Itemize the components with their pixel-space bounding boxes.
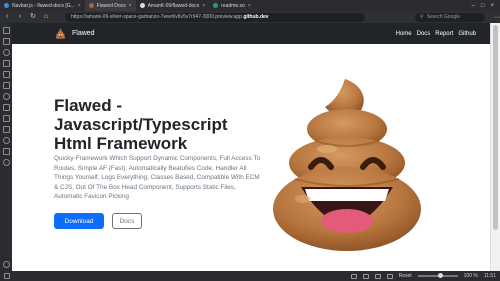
address-bar: ‹ › ↻ ⌂ https://amank-09-silver-space-ga… [0, 11, 500, 23]
tab-label: AmanK-09/flawed-docs [147, 2, 200, 9]
poop-favicon-icon [88, 3, 94, 8]
hero-title: Flawed - Javascript/Typescript Html Fram… [54, 96, 228, 153]
docs-button[interactable]: Docs [112, 213, 142, 229]
add-panel-icon[interactable] [2, 159, 10, 166]
close-icon[interactable]: × [129, 3, 132, 9]
nav-links: Home Docs Report Github [396, 31, 476, 37]
tab-github[interactable]: AmanK-09/flawed-docs × [136, 0, 210, 11]
zoom-slider-handle[interactable] [437, 273, 443, 278]
url-domain: github.dev [243, 14, 269, 20]
reload-icon[interactable]: ↻ [29, 11, 37, 23]
nav-link-report[interactable]: Report [435, 31, 453, 37]
poop-emoji-icon [55, 28, 66, 39]
close-icon[interactable]: × [202, 3, 205, 9]
history-icon[interactable] [2, 49, 10, 56]
download-button[interactable]: Download [54, 213, 104, 229]
zoom-level: 100 % [463, 273, 478, 279]
tasks-icon[interactable] [2, 137, 10, 144]
web-page: Flawed Home Docs Report Github Flawed - … [12, 23, 490, 271]
tab-vscode[interactable]: Navbar.js - flawed-docs [G... × [0, 0, 85, 11]
search-icon: ⚲ [420, 14, 424, 20]
page-scrollbar[interactable] [490, 23, 500, 271]
reading-list-icon[interactable] [2, 71, 10, 78]
translate-icon[interactable] [2, 148, 10, 155]
bookmarks-icon[interactable] [2, 27, 10, 34]
vscode-favicon-icon [4, 3, 9, 8]
tab-flawed-docs[interactable]: Flawed Docs × [84, 0, 136, 11]
extensions-icon[interactable]: ⋯ [494, 14, 500, 21]
url-prefix: https://amank-09-silver-space-garbanzo-7… [71, 14, 244, 20]
gear-icon[interactable] [2, 261, 10, 268]
downloads-icon[interactable] [2, 38, 10, 45]
contacts-icon[interactable] [2, 126, 10, 133]
site-navbar: Flawed Home Docs Report Github [12, 23, 490, 44]
nav-link-github[interactable]: Github [458, 31, 476, 37]
poop-emoji-icon [273, 79, 421, 251]
brand[interactable]: Flawed [55, 28, 95, 39]
calendar-icon[interactable] [2, 104, 10, 111]
search-placeholder: Search Google [426, 14, 461, 20]
close-icon[interactable]: × [248, 3, 251, 9]
tab-label: Navbar.js - flawed-docs [G... [12, 2, 75, 9]
scrollbar-thumb[interactable] [493, 25, 498, 230]
back-icon[interactable]: ‹ [3, 11, 11, 23]
window-panel-icon[interactable] [2, 82, 10, 89]
forward-icon[interactable]: › [16, 11, 24, 23]
tiling-icon[interactable] [362, 273, 369, 279]
notes-icon[interactable] [2, 60, 10, 67]
panel-toggle-icon[interactable] [4, 273, 10, 279]
readme-favicon-icon [213, 3, 219, 8]
close-window-icon[interactable]: × [490, 3, 494, 9]
url-field[interactable]: https://amank-09-silver-space-garbanzo-7… [65, 12, 365, 22]
clock: 11:51 [483, 273, 496, 279]
status-bar: Reset 100 % 11:51 [0, 271, 500, 281]
hero-description: Quicky-Framework Which Support Dynamic C… [54, 155, 261, 200]
minimize-icon[interactable]: – [472, 3, 475, 9]
window-controls: – □ × [472, 3, 500, 9]
home-icon[interactable]: ⌂ [42, 11, 50, 23]
nav-link-docs[interactable]: Docs [417, 31, 431, 37]
feeds-icon[interactable] [2, 115, 10, 122]
tab-label: readme.so [221, 2, 245, 9]
side-panel [0, 23, 12, 271]
search-input[interactable]: ⚲ Search Google [415, 12, 485, 22]
image-toggle-icon[interactable] [374, 273, 381, 279]
mail-icon[interactable] [2, 93, 10, 100]
close-icon[interactable]: × [78, 3, 81, 9]
tab-label: Flawed Docs [96, 2, 126, 9]
nav-link-home[interactable]: Home [396, 31, 412, 37]
github-favicon-icon [139, 3, 145, 8]
page-actions-icon[interactable] [386, 273, 393, 279]
tab-strip: Navbar.js - flawed-docs [G... × Flawed D… [0, 0, 500, 11]
maximize-icon[interactable]: □ [481, 3, 485, 9]
brand-name: Flawed [72, 30, 95, 37]
zoom-reset-label[interactable]: Reset [399, 273, 412, 279]
tab-readme[interactable]: readme.so × [209, 0, 255, 11]
zoom-slider[interactable] [417, 273, 458, 278]
capture-icon[interactable] [350, 273, 357, 279]
